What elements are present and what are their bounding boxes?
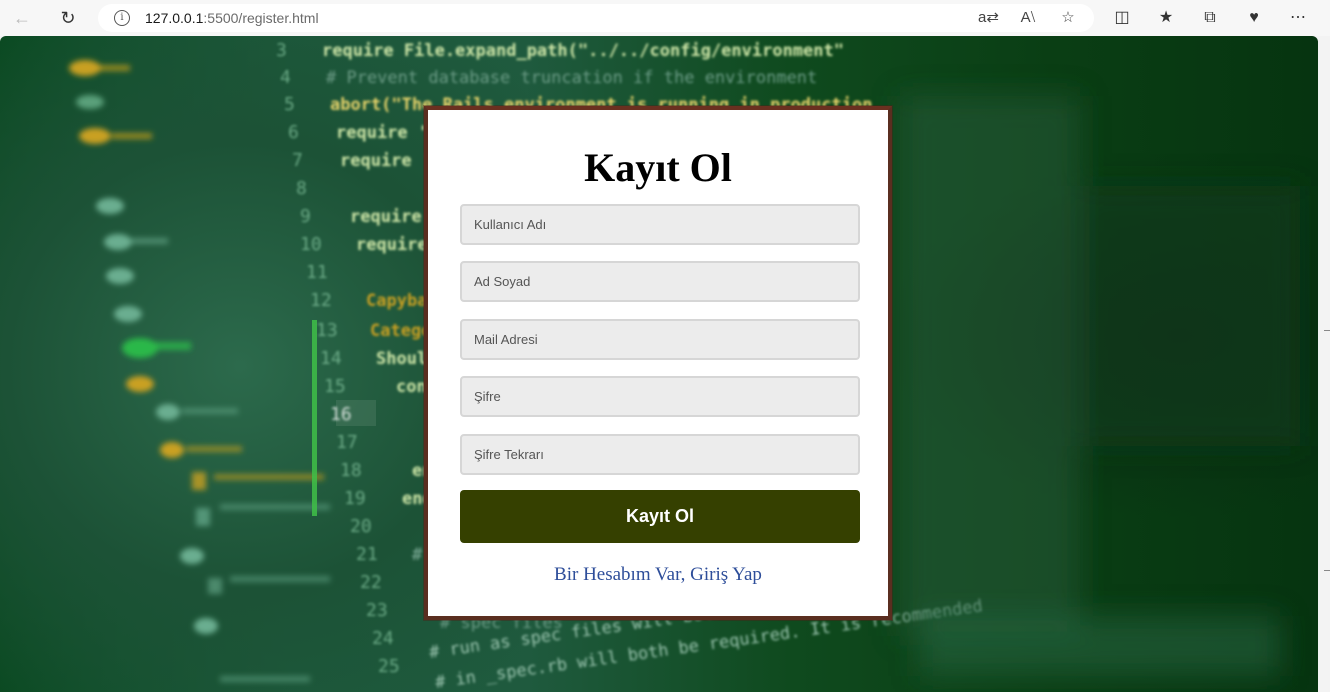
svg-text:14: 14 — [320, 348, 342, 369]
svg-text:21: 21 — [356, 544, 378, 565]
svg-text:10: 10 — [300, 234, 322, 255]
svg-text:22: 22 — [360, 572, 382, 593]
svg-text:6: 6 — [288, 122, 299, 143]
reload-icon[interactable]: ↻ — [56, 6, 80, 30]
username-input[interactable] — [460, 204, 860, 245]
email-input[interactable] — [460, 319, 860, 360]
favorite-star-icon[interactable]: ☆ — [1058, 8, 1078, 28]
register-button[interactable]: Kayıt Ol — [460, 490, 860, 543]
collections-icon[interactable]: ⧉ — [1198, 6, 1222, 30]
svg-text:12: 12 — [310, 290, 332, 311]
svg-text:24: 24 — [372, 628, 394, 649]
address-bar[interactable]: i 127.0.0.1:5500/register.html a⇄ A⧵ ☆ — [98, 4, 1094, 32]
svg-text:18: 18 — [340, 460, 362, 481]
right-blurred-panel — [900, 96, 1300, 676]
translate-icon[interactable]: a⇄ — [978, 8, 999, 28]
svg-text:5: 5 — [284, 94, 295, 115]
svg-text:20: 20 — [350, 516, 372, 537]
svg-text:4: 4 — [280, 67, 291, 88]
page-viewport: 3 4 5 6 7 8 9 10 11 12 13 14 15 16 17 18 19 20 21 22 23… — [0, 36, 1318, 692]
performance-icon[interactable]: ♥ — [1242, 6, 1266, 30]
password-input[interactable] — [460, 376, 860, 417]
browser-toolbar: ← ↻ i 127.0.0.1:5500/register.html a⇄ A⧵… — [0, 0, 1330, 36]
read-aloud-icon[interactable]: A⧵ — [1018, 8, 1038, 28]
svg-text:11: 11 — [306, 262, 328, 283]
login-link[interactable]: Bir Hesabım Var, Giriş Yap — [428, 564, 888, 586]
svg-text:16: 16 — [330, 404, 352, 425]
url-text: 127.0.0.1:5500/register.html — [145, 10, 319, 26]
svg-text:9: 9 — [300, 206, 311, 227]
svg-text:7: 7 — [292, 150, 303, 171]
favorites-icon[interactable]: ★ — [1154, 6, 1178, 30]
more-menu-icon[interactable]: ⋯ — [1286, 6, 1310, 30]
file-tree-blur — [69, 60, 330, 682]
svg-text:# Prevent database truncation: # Prevent database truncation if the env… — [326, 68, 817, 88]
svg-text:23: 23 — [366, 600, 388, 621]
scrollbar-tick — [1324, 330, 1330, 331]
svg-text:17: 17 — [336, 432, 358, 453]
svg-text:25: 25 — [378, 656, 400, 677]
split-screen-icon[interactable]: ◫ — [1110, 6, 1134, 30]
fullname-input[interactable] — [460, 261, 860, 302]
gutter-change-marker — [312, 320, 317, 516]
password-repeat-input[interactable] — [460, 434, 860, 475]
svg-text:19: 19 — [344, 488, 366, 509]
svg-text:3: 3 — [276, 40, 287, 61]
svg-text:8: 8 — [296, 178, 307, 199]
svg-text:15: 15 — [324, 376, 346, 397]
svg-text:13: 13 — [316, 320, 338, 341]
register-card: Kayıt Ol Kayıt Ol Bir Hesabım Var, Giriş… — [424, 106, 892, 620]
scrollbar-tick — [1324, 570, 1330, 571]
svg-text:require File.expand_path("../.: require File.expand_path("../../config/e… — [322, 41, 844, 61]
page-title: Kayıt Ol — [584, 145, 732, 190]
back-icon[interactable]: ← — [10, 6, 34, 30]
svg-text:#: # — [412, 545, 423, 565]
site-info-icon[interactable]: i — [114, 10, 130, 26]
